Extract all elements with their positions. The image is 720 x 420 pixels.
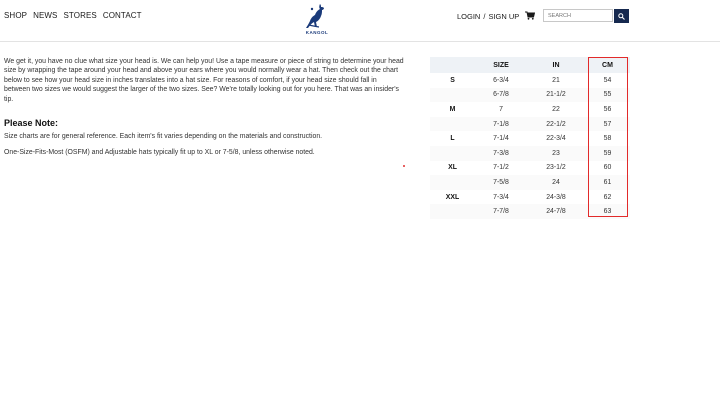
- please-note-heading: Please Note:: [4, 118, 59, 128]
- size-cell: 7-3/4: [493, 193, 509, 201]
- size-cell: 7: [499, 105, 503, 113]
- note-general-reference: Size charts are for general reference. E…: [4, 133, 323, 140]
- header-cm: CM: [585, 57, 630, 73]
- cm-cell: 54: [603, 76, 612, 84]
- size-label: [430, 145, 475, 161]
- cm-cell: 63: [585, 204, 630, 219]
- inches-cell: 22: [552, 105, 560, 113]
- inches-cell: 23: [527, 145, 585, 161]
- size-label: [430, 87, 475, 103]
- inches-cell: 21: [552, 76, 560, 84]
- table-row: 7-3/8 23 59: [430, 145, 630, 161]
- size-label: [430, 116, 475, 132]
- table-row: XXL 7-3/4 24-3/8 62: [430, 190, 630, 205]
- cm-cell: 57: [585, 116, 630, 132]
- inches-cell: 22-3/4: [546, 135, 566, 143]
- table-row: 7-1/8 22-1/2 57: [430, 116, 630, 132]
- nav-news[interactable]: NEWS: [33, 11, 57, 20]
- cm-cell: 61: [585, 175, 630, 190]
- brand-logo-text: KANGOL: [305, 30, 329, 35]
- table-row: 6-7/8 21-1/2 55: [430, 87, 630, 103]
- inches-cell: 23-1/2: [546, 164, 566, 172]
- nav-shop[interactable]: SHOP: [4, 11, 27, 20]
- size-label: M: [449, 105, 456, 113]
- search-button[interactable]: [614, 9, 629, 23]
- nav-stores[interactable]: STORES: [63, 11, 96, 20]
- login-link[interactable]: LOGIN: [457, 12, 480, 21]
- cm-cell: 58: [603, 135, 612, 143]
- signup-link[interactable]: SIGN UP: [488, 12, 519, 21]
- account-separator: /: [483, 12, 486, 21]
- size-chart-header-row: SIZE IN CM: [430, 57, 630, 73]
- size-label: XXL: [445, 193, 460, 201]
- inches-cell: 22-1/2: [527, 116, 585, 132]
- nav-contact[interactable]: CONTACT: [103, 11, 142, 20]
- size-label: [430, 204, 475, 219]
- size-cell: 7-1/2: [493, 164, 509, 172]
- note-osfm: One-Size-Fits-Most (OSFM) and Adjustable…: [4, 149, 315, 156]
- inches-cell: 24-3/8: [546, 193, 566, 201]
- size-cell: 6-7/8: [475, 87, 527, 103]
- cm-cell: 60: [603, 164, 612, 172]
- cm-cell: 56: [603, 105, 612, 113]
- inches-cell: 24: [527, 175, 585, 190]
- header-label: [430, 57, 475, 73]
- search-icon: [618, 12, 625, 20]
- size-chart-table: SIZE IN CM S 6-3/4 21 54 6-7/8 21-1/2 55…: [430, 57, 630, 219]
- size-cell: 7-3/8: [475, 145, 527, 161]
- inches-cell: 24-7/8: [527, 204, 585, 219]
- size-label: XL: [448, 164, 457, 172]
- brand-logo[interactable]: KANGOL: [302, 2, 332, 38]
- size-label: S: [450, 76, 455, 84]
- cart-icon[interactable]: [525, 11, 535, 20]
- table-row: 7-7/8 24-7/8 63: [430, 204, 630, 219]
- header-divider: [0, 41, 720, 42]
- size-label: [430, 175, 475, 190]
- header-size: SIZE: [475, 57, 527, 73]
- cm-cell: 55: [585, 87, 630, 103]
- account-links: LOGIN / SIGN UP: [457, 12, 519, 21]
- cm-cell: 62: [603, 193, 612, 201]
- table-row: S 6-3/4 21 54: [430, 73, 630, 88]
- red-dot-marker: [403, 165, 405, 167]
- intro-paragraph: We get it, you have no clue what size yo…: [4, 58, 404, 103]
- cm-cell: 59: [585, 145, 630, 161]
- size-cell: 6-3/4: [493, 76, 509, 84]
- size-cell: 7-1/8: [475, 116, 527, 132]
- size-label: L: [450, 135, 455, 143]
- kangaroo-logo-icon: [306, 4, 324, 28]
- inches-cell: 21-1/2: [527, 87, 585, 103]
- size-cell: 7-5/8: [475, 175, 527, 190]
- table-row: XL 7-1/2 23-1/2 60: [430, 161, 630, 176]
- table-row: M 7 22 56: [430, 102, 630, 117]
- table-row: 7-5/8 24 61: [430, 175, 630, 190]
- main-nav: SHOP NEWS STORES CONTACT: [4, 11, 142, 20]
- header-in: IN: [527, 57, 585, 73]
- search-input[interactable]: [543, 9, 613, 22]
- size-cell: 7-7/8: [475, 204, 527, 219]
- table-row: L 7-1/4 22-3/4 58: [430, 131, 630, 146]
- size-cell: 7-1/4: [493, 135, 509, 143]
